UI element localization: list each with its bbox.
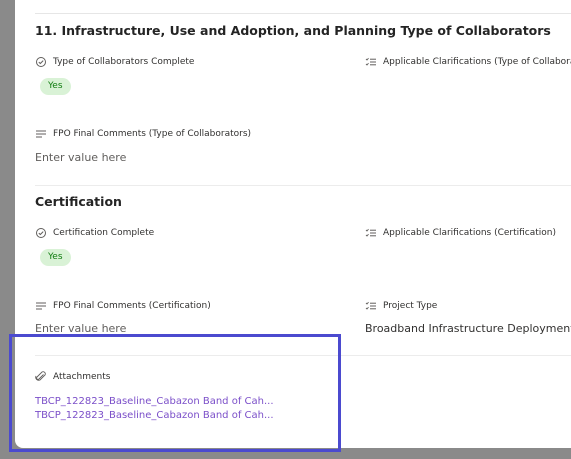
highlight-box xyxy=(9,334,341,452)
field-label-project-type: Project Type xyxy=(365,300,437,312)
field-label-certification-complete: Certification Complete xyxy=(35,227,154,239)
text-lines-icon xyxy=(35,128,47,140)
check-circle-icon xyxy=(35,56,47,68)
status-badge-collaborators: Yes xyxy=(40,78,71,95)
section-divider xyxy=(35,185,571,186)
text-list-icon xyxy=(365,300,377,312)
text-list-icon xyxy=(365,227,377,239)
status-badge-certification: Yes xyxy=(40,249,71,266)
collaborators-comments-input[interactable]: Enter value here xyxy=(35,151,126,164)
text-lines-icon xyxy=(35,300,47,312)
check-circle-icon xyxy=(35,227,47,239)
top-divider xyxy=(35,13,571,14)
field-label-certification-clarifications: Applicable Clarifications (Certification… xyxy=(365,227,556,239)
section-title-certification: Certification xyxy=(35,194,122,209)
section-title-collaborators: 11. Infrastructure, Use and Adoption, an… xyxy=(35,23,551,38)
field-label-collaborators-comments: FPO Final Comments (Type of Collaborator… xyxy=(35,128,251,140)
field-label-collaborators-clarifications: Applicable Clarifications (Type of Colla… xyxy=(365,56,571,68)
project-type-value: Broadband Infrastructure Deployment xyxy=(365,322,571,335)
field-label-certification-comments: FPO Final Comments (Certification) xyxy=(35,300,211,312)
text-list-icon xyxy=(365,56,377,68)
field-label-collaborators-complete: Type of Collaborators Complete xyxy=(35,56,194,68)
